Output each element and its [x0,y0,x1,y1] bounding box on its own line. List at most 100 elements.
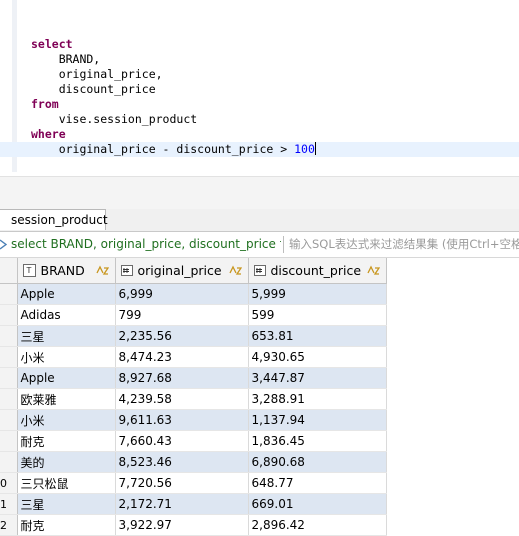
cell-discount-price[interactable]: 599 [248,304,387,326]
cell-original-price[interactable]: 7,660.43 [115,430,249,452]
row-number-header [0,258,18,284]
code-text: discount_price [31,82,156,96]
sql-keyword: from [31,97,59,111]
sql-editor[interactable]: select BRAND, original_price, discount_p… [0,0,519,176]
table-row[interactable]: 小米 8,474.23 4,930.65 [0,346,387,368]
cell-discount-price[interactable]: 5,999 [248,283,387,305]
cell-discount-price[interactable]: 1,137.94 [248,409,387,431]
active-query-text: select BRAND, original_price, discount_p… [11,237,281,251]
current-code-line: original_price - discount_price > 100 [31,142,316,157]
filter-bar: select BRAND, original_price, discount_p… [0,232,519,258]
code-text: vise.session_product [31,112,198,126]
row-number [0,430,18,452]
filter-input[interactable]: 输入SQL表达式来过滤结果集 (使用Ctrl+空格) [289,232,519,257]
sort-filter-icon[interactable] [366,264,380,277]
column-header-discount-price[interactable]: discount_price [248,258,387,284]
row-number [0,451,18,473]
cell-original-price[interactable]: 3,922.97 [115,514,249,536]
table-row[interactable]: Apple 6,999 5,999 [0,283,387,305]
code-line: select [31,37,316,52]
header-row: T BRAND original_price discount_price [0,258,387,284]
cell-original-price[interactable]: 8,927.68 [115,367,249,389]
cell-discount-price[interactable]: 669.01 [248,493,387,515]
table-row[interactable]: Adidas 799 599 [0,304,387,326]
cell-original-price[interactable]: 9,611.63 [115,409,249,431]
table-row[interactable]: 美的 8,523.46 6,890.68 [0,451,387,473]
column-label: BRAND [40,263,85,278]
sql-keyword: where [31,127,66,141]
cell-brand[interactable]: 三只松鼠 [17,472,116,494]
result-grid: T BRAND original_price discount_price Ap… [0,258,519,536]
row-number [0,283,18,305]
cell-brand[interactable]: 小米 [17,346,116,368]
cell-brand[interactable]: 三星 [17,493,116,515]
cell-brand[interactable]: 三星 [17,325,116,347]
table-row[interactable]: 小米 9,611.63 1,137.94 [0,409,387,431]
table-row[interactable]: 0 三只松鼠 7,720.56 648.77 [0,472,387,494]
table-row[interactable]: 欧莱雅 4,239.58 3,288.91 [0,388,387,410]
table-row[interactable]: 三星 2,235.56 653.81 [0,325,387,347]
code-line: original_price, [31,67,316,82]
table-row[interactable]: 2 耐克 3,922.97 2,896.42 [0,514,387,536]
cell-discount-price[interactable]: 648.77 [248,472,387,494]
cell-discount-price[interactable]: 653.81 [248,325,387,347]
text-type-icon: T [22,264,36,277]
row-number [0,325,18,347]
cell-brand[interactable]: 美的 [17,451,116,473]
cell-discount-price[interactable]: 3,447.87 [248,367,387,389]
row-number [0,346,18,368]
filter-icon[interactable] [0,239,7,250]
cell-original-price[interactable]: 8,474.23 [115,346,249,368]
panel-splitter[interactable] [0,176,519,211]
code-line: from [31,97,316,112]
row-number [0,409,18,431]
table-row[interactable]: 耐克 7,660.43 1,836.45 [0,430,387,452]
column-header-original-price[interactable]: original_price [115,258,249,284]
cell-discount-price[interactable]: 6,890.68 [248,451,387,473]
row-number: 1 [0,493,18,515]
result-tab-strip: session_product [0,209,519,232]
tab-session-product[interactable]: session_product [0,209,108,230]
cell-original-price[interactable]: 799 [115,304,249,326]
cell-brand[interactable]: Adidas [17,304,116,326]
row-number [0,304,18,326]
code-line: discount_price [31,82,316,97]
cell-discount-price[interactable]: 2,896.42 [248,514,387,536]
cell-original-price[interactable]: 2,172.71 [115,493,249,515]
cell-original-price[interactable]: 8,523.46 [115,451,249,473]
filter-divider [283,236,284,253]
numeric-type-icon [253,265,266,276]
cell-brand[interactable]: 欧莱雅 [17,388,116,410]
table-row[interactable]: Apple 8,927.68 3,447.87 [0,367,387,389]
cell-original-price[interactable]: 7,720.56 [115,472,249,494]
cell-discount-price[interactable]: 1,836.45 [248,430,387,452]
code-line: BRAND, [31,52,316,67]
column-header-brand[interactable]: T BRAND [17,258,116,284]
cell-discount-price[interactable]: 4,930.65 [248,346,387,368]
cell-original-price[interactable]: 2,235.56 [115,325,249,347]
column-label: original_price [137,263,222,278]
cell-brand[interactable]: 耐克 [17,430,116,452]
number-literal: 100 [294,142,315,156]
cell-brand[interactable]: Apple [17,283,116,305]
cell-brand[interactable]: 小米 [17,409,116,431]
row-number [0,367,18,389]
row-number: 2 [0,514,18,536]
row-number: 0 [0,472,18,494]
code-line: vise.session_product [31,112,316,127]
cell-brand[interactable]: 耐克 [17,514,116,536]
cell-original-price[interactable]: 6,999 [115,283,249,305]
text-caret [314,142,316,155]
sql-keyword: select [31,37,73,51]
table-row[interactable]: 1 三星 2,172.71 669.01 [0,493,387,515]
sort-filter-icon[interactable] [228,264,242,277]
tab-label: session_product [11,213,108,227]
result-table: T BRAND original_price discount_price Ap… [0,258,387,536]
cell-discount-price[interactable]: 3,288.91 [248,388,387,410]
sql-code[interactable]: select BRAND, original_price, discount_p… [31,37,316,157]
cell-brand[interactable]: Apple [17,367,116,389]
code-text: BRAND, [31,52,101,66]
cell-original-price[interactable]: 4,239.58 [115,388,249,410]
sort-filter-icon[interactable] [95,264,109,277]
code-text: original_price, [31,67,163,81]
